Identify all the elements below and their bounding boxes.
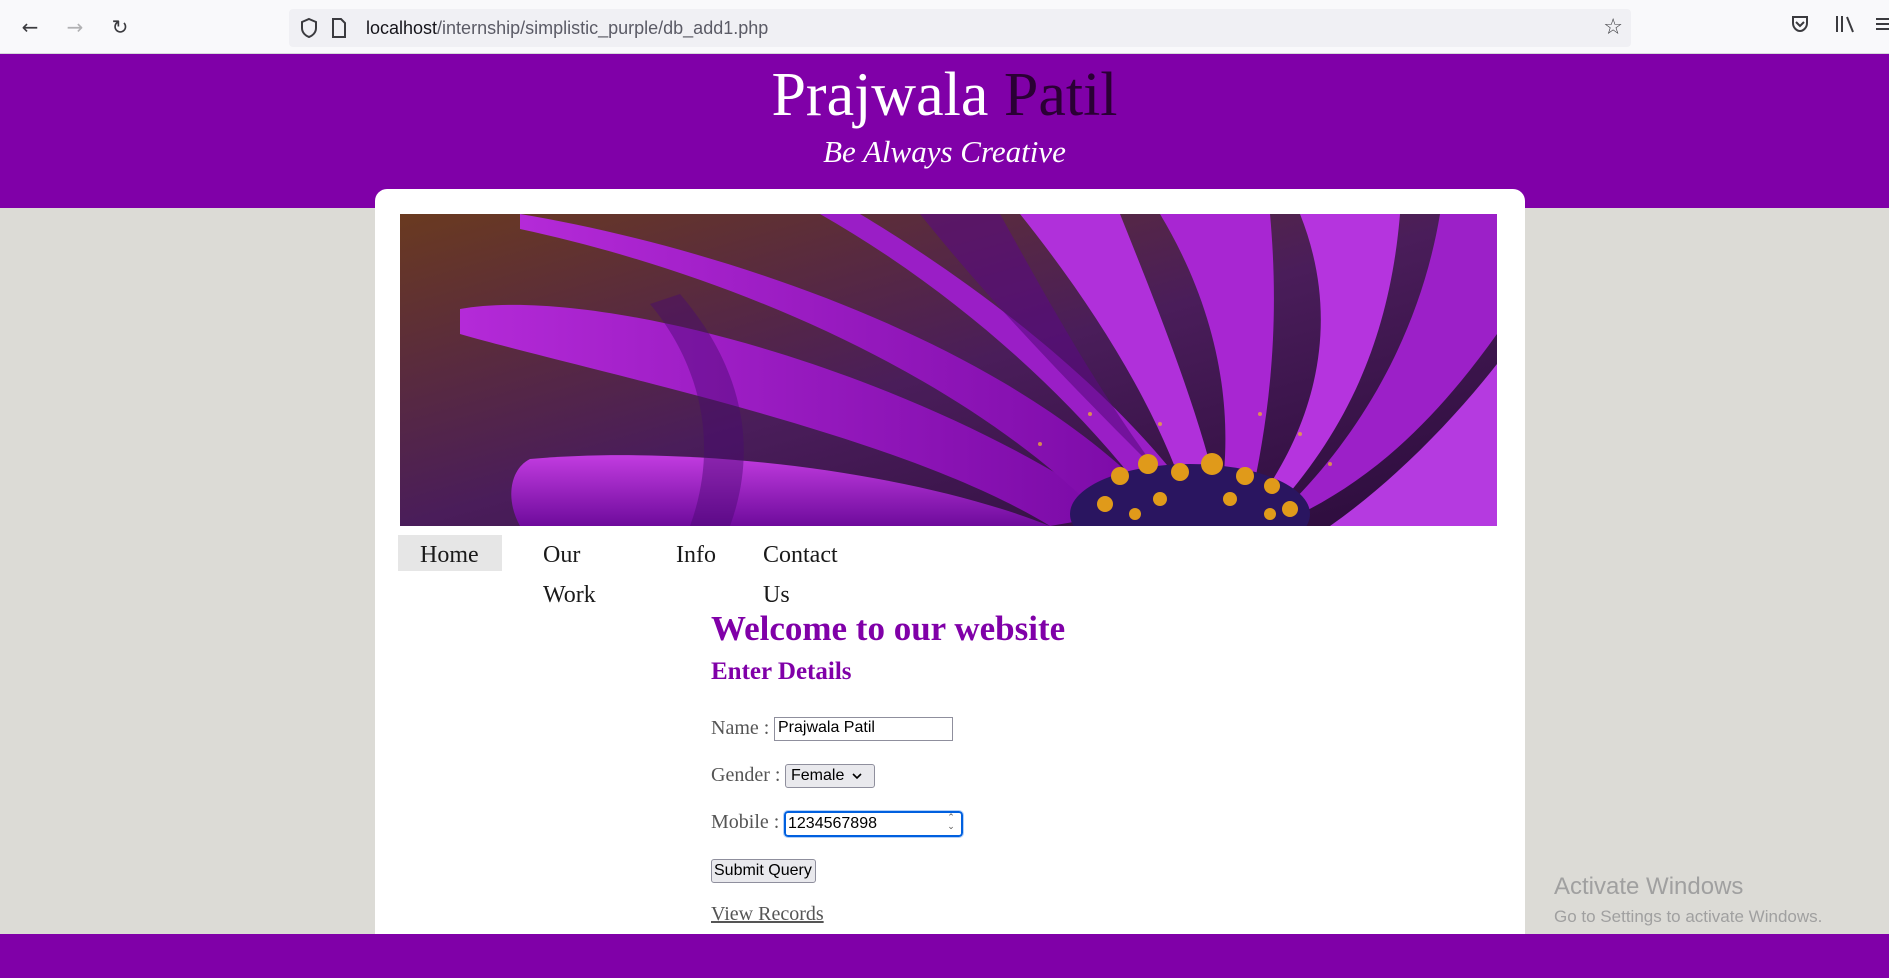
watermark-line2: Go to Settings to activate Windows. bbox=[1554, 907, 1823, 926]
pocket-icon[interactable] bbox=[1790, 14, 1810, 39]
back-icon[interactable]: ← bbox=[16, 13, 44, 41]
site-footer bbox=[0, 934, 1889, 978]
mobile-field[interactable]: 1234567898 ⌃ ⌄ bbox=[783, 810, 964, 838]
site-header: Prajwala Patil Be Always Creative bbox=[0, 54, 1889, 208]
welcome-heading: Welcome to our website bbox=[711, 609, 1066, 648]
page-icon[interactable] bbox=[331, 18, 347, 43]
forward-icon[interactable]: → bbox=[61, 13, 89, 41]
browser-toolbar: ← → ↻ localhost/internship/simplistic_pu… bbox=[0, 0, 1889, 54]
menu-icon[interactable] bbox=[1874, 14, 1889, 39]
star-icon[interactable]: ☆ bbox=[1603, 15, 1623, 40]
menu-item-our-work[interactable]: Our Work bbox=[521, 535, 618, 608]
watermark-line1: Activate Windows bbox=[1554, 873, 1744, 900]
menu-item-home[interactable]: Home bbox=[398, 535, 502, 571]
submit-button[interactable]: Submit Query bbox=[711, 859, 816, 883]
url-host: localhost bbox=[366, 18, 438, 38]
gender-selected-value: Female bbox=[791, 767, 845, 784]
shield-icon[interactable] bbox=[299, 17, 319, 44]
mobile-value: 1234567898 bbox=[788, 815, 877, 832]
library-icon[interactable] bbox=[1834, 14, 1856, 39]
gender-select[interactable]: Female bbox=[785, 764, 875, 788]
site-tagline: Be Always Creative bbox=[823, 134, 1066, 169]
site-title-last: Patil bbox=[1003, 61, 1118, 129]
chevron-down-icon bbox=[852, 767, 862, 785]
content-panel: Home Our Work Info Contact Us Welcome to… bbox=[375, 189, 1525, 934]
reload-icon[interactable]: ↻ bbox=[106, 13, 134, 41]
site-title-first: Prajwala bbox=[771, 61, 989, 129]
address-bar[interactable]: localhost/internship/simplistic_purple/d… bbox=[289, 9, 1631, 47]
site-title: Prajwala Patil bbox=[0, 60, 1889, 131]
enter-details-heading: Enter Details bbox=[711, 658, 852, 685]
url-path: /internship/simplistic_purple/db_add1.ph… bbox=[437, 18, 769, 38]
gender-label: Gender : bbox=[711, 764, 781, 786]
name-label: Name : bbox=[711, 717, 770, 739]
flower-banner-image bbox=[400, 214, 1497, 526]
windows-activation-watermark: Activate Windows Go to Settings to activ… bbox=[1554, 873, 1822, 927]
mobile-label: Mobile : bbox=[711, 811, 780, 833]
menu-item-contact-us[interactable]: Contact Us bbox=[741, 535, 860, 608]
menu-item-info[interactable]: Info bbox=[654, 535, 738, 571]
url-text[interactable]: localhost/internship/simplistic_purple/d… bbox=[366, 18, 768, 39]
number-stepper-icon[interactable]: ⌃ ⌄ bbox=[944, 814, 958, 834]
name-field[interactable]: Prajwala Patil bbox=[774, 717, 953, 741]
view-records-link[interactable]: View Records bbox=[711, 903, 824, 926]
